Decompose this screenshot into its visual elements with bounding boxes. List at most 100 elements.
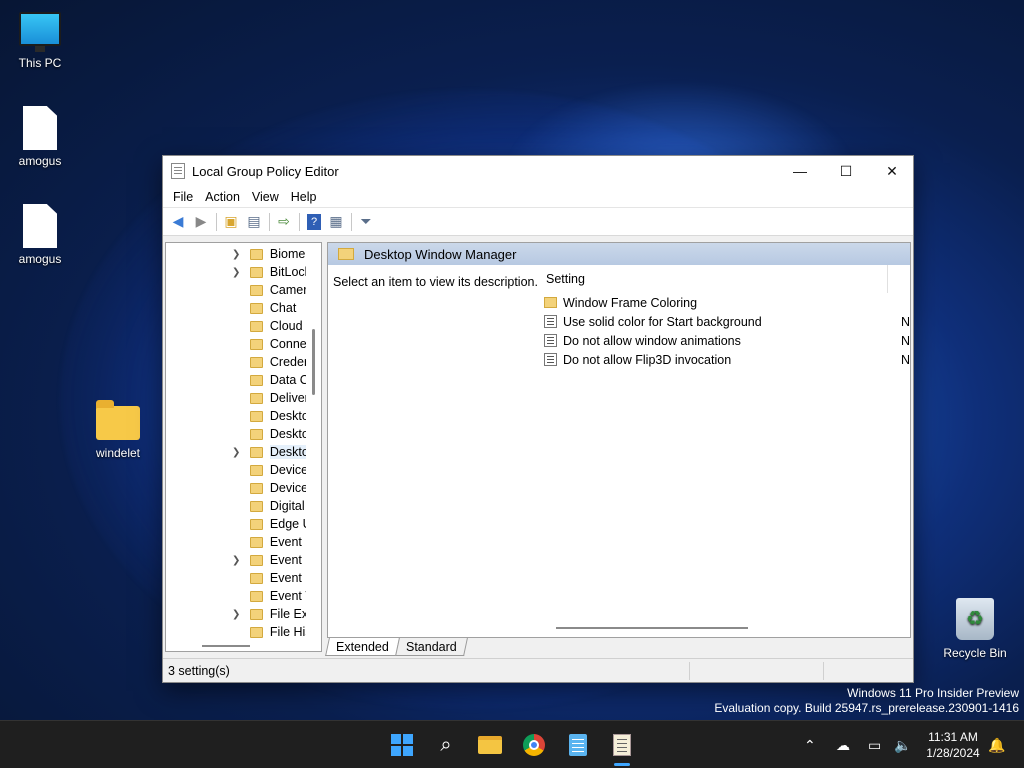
description-text: Select an item to view its description.	[333, 275, 538, 289]
expand-chevron-icon[interactable]: ❯	[232, 249, 242, 260]
recycle-bin-icon: ♻	[956, 598, 994, 640]
tree-item[interactable]: Deskto	[166, 425, 306, 443]
folder-icon	[249, 320, 263, 332]
desktop-icon-recycle-bin[interactable]: ♻ Recycle Bin	[935, 598, 1015, 660]
view-tabs: Extended Standard	[325, 638, 468, 658]
chrome-icon	[523, 734, 545, 756]
clock[interactable]: 11:31 AM 1/28/2024	[920, 729, 986, 761]
desktop-icon-label: Recycle Bin	[943, 646, 1007, 660]
export-list-icon[interactable]: ⇨	[273, 211, 295, 233]
tab-standard[interactable]: Standard	[394, 638, 468, 656]
folder-icon	[249, 284, 263, 296]
minimize-button[interactable]: —	[777, 156, 823, 186]
tree-item[interactable]: File His	[166, 623, 306, 641]
setting-row[interactable]: Do not allow Flip3D invocation N	[544, 350, 910, 369]
tree-item[interactable]: ❯ Biome	[166, 245, 306, 263]
folder-icon	[249, 356, 263, 368]
setting-row[interactable]: Do not allow window animations N	[544, 331, 910, 350]
tree-item[interactable]: Device	[166, 479, 306, 497]
folder-icon	[249, 482, 263, 494]
tree-item[interactable]: Cloud	[166, 317, 306, 335]
folder-icon	[249, 554, 263, 566]
expand-chevron-icon[interactable]: ❯	[232, 609, 242, 620]
tree-item[interactable]: Event V	[166, 587, 306, 605]
tree-item[interactable]: Event F	[166, 533, 306, 551]
tree-item[interactable]: Deliver	[166, 389, 306, 407]
properties-icon[interactable]: ▦	[325, 211, 347, 233]
filter-icon[interactable]: ⏷	[355, 211, 377, 233]
tree-item[interactable]: Digital	[166, 497, 306, 515]
tree-item[interactable]: ❯ BitLocl	[166, 263, 306, 281]
tree-item[interactable]: Camer	[166, 281, 306, 299]
help-icon[interactable]: ?	[307, 213, 321, 230]
search-icon[interactable]: ⌕	[430, 729, 462, 761]
details-horizontal-scrollbar[interactable]	[556, 627, 748, 629]
title-bar[interactable]: Local Group Policy Editor — ☐ ✕	[163, 156, 913, 186]
notification-bell-icon[interactable]: 🔔	[988, 721, 1005, 768]
tree-item[interactable]: Chat	[166, 299, 306, 317]
start-button[interactable]	[386, 729, 418, 761]
notepad-taskbar-button[interactable]	[562, 729, 594, 761]
desktop-icon-amogus-1[interactable]: amogus	[0, 106, 80, 168]
window-title: Local Group Policy Editor	[192, 163, 339, 179]
tree-item[interactable]: Creder	[166, 353, 306, 371]
tree-item[interactable]: Data C	[166, 371, 306, 389]
gpedit-icon	[613, 734, 631, 756]
toolbar-separator	[299, 212, 300, 231]
tree-item[interactable]: Event L	[166, 569, 306, 587]
up-folder-icon[interactable]: ▣	[220, 211, 242, 233]
expand-chevron-icon[interactable]: ❯	[232, 447, 242, 458]
menu-help[interactable]: Help	[285, 190, 323, 204]
folder-icon	[478, 736, 502, 754]
expand-chevron-icon[interactable]: ❯	[232, 267, 242, 278]
tree-item[interactable]: Edge U	[166, 515, 306, 533]
maximize-button[interactable]: ☐	[823, 156, 869, 186]
close-button[interactable]: ✕	[869, 156, 915, 186]
menu-action[interactable]: Action	[199, 190, 246, 204]
tree-item[interactable]: ❯Event L	[166, 551, 306, 569]
forward-icon[interactable]: ▶	[190, 211, 212, 233]
file-explorer-taskbar-button[interactable]	[474, 729, 506, 761]
show-hidden-icons-chevron-icon[interactable]: ⌃	[804, 721, 816, 768]
desktop-icon-windelet[interactable]: windelet	[78, 400, 158, 460]
column-header-setting[interactable]: Setting	[538, 265, 888, 293]
tab-extended[interactable]: Extended	[325, 638, 400, 656]
tree-vertical-scrollbar[interactable]	[312, 329, 315, 395]
expand-chevron-icon[interactable]: ❯	[232, 555, 242, 566]
tree-item[interactable]: Conne	[166, 335, 306, 353]
folder-icon	[96, 400, 140, 440]
tree-item[interactable]: Deskto	[166, 407, 306, 425]
setting-row[interactable]: Window Frame Coloring	[544, 293, 910, 312]
show-hide-tree-icon[interactable]: ▤	[243, 211, 265, 233]
policy-setting-icon	[544, 334, 557, 347]
group-policy-editor-window: Local Group Policy Editor — ☐ ✕ File Act…	[162, 155, 914, 683]
network-icon[interactable]: ▭	[868, 721, 881, 768]
details-pane: Desktop Window Manager Select an item to…	[327, 242, 911, 638]
onedrive-cloud-icon[interactable]: ☁	[836, 721, 850, 768]
gpedit-app-icon	[171, 163, 185, 179]
back-icon[interactable]: ◀	[167, 211, 189, 233]
monitor-icon	[19, 12, 61, 52]
folder-icon	[249, 428, 263, 440]
tree-item[interactable]: ❯File Exp	[166, 605, 306, 623]
folder-icon	[249, 518, 263, 530]
gpedit-taskbar-button[interactable]	[606, 729, 638, 761]
status-divider	[823, 662, 824, 680]
setting-row[interactable]: Use solid color for Start background N	[544, 312, 910, 331]
menu-view[interactable]: View	[246, 190, 285, 204]
tree-item[interactable]: Device	[166, 461, 306, 479]
editor-body: ❯ Biome ❯ BitLocl Camer Chat Cloud Conne C…	[163, 240, 913, 656]
chrome-taskbar-button[interactable]	[518, 729, 550, 761]
menu-file[interactable]: File	[167, 190, 199, 204]
desktop-icon-amogus-2[interactable]: amogus	[0, 204, 80, 266]
folder-icon	[249, 608, 263, 620]
policy-setting-icon	[544, 353, 557, 366]
volume-muted-icon[interactable]: 🔈	[894, 721, 911, 768]
policy-tree[interactable]: ❯ Biome ❯ BitLocl Camer Chat Cloud Conne C…	[165, 242, 322, 652]
folder-icon	[249, 392, 263, 404]
tree-horizontal-scrollbar[interactable]	[202, 645, 250, 647]
menu-bar: File Action View Help	[163, 186, 913, 208]
desktop-icon-this-pc[interactable]: This PC	[0, 12, 80, 70]
tree-item-selected[interactable]: ❯ Deskto	[166, 443, 306, 461]
notepad-icon	[569, 734, 587, 756]
